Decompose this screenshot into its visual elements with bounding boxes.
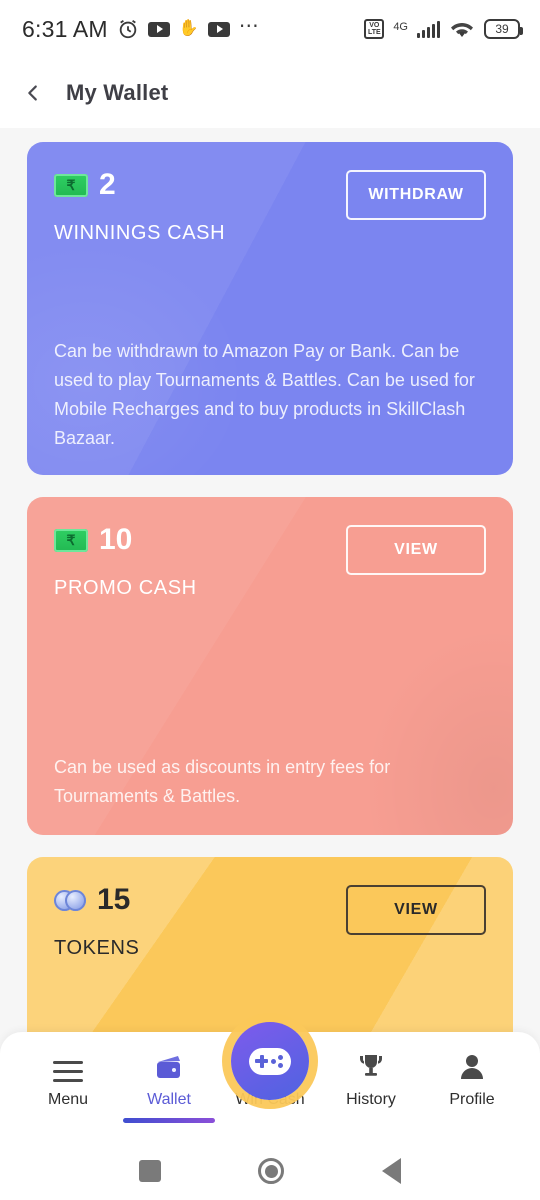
amount-row: ₹ 10 xyxy=(54,525,197,555)
withdraw-button[interactable]: WITHDRAW xyxy=(346,170,486,220)
card-header-row: ₹ 10 PROMO CASH VIEW xyxy=(54,525,486,600)
volte-icon: VO LTE xyxy=(364,19,385,39)
wallet-card-list[interactable]: ₹ 2 WINNINGS CASH WITHDRAW Can be withdr… xyxy=(0,128,540,1082)
recents-button-icon[interactable] xyxy=(138,1160,161,1182)
network-type-label: 4G xyxy=(393,21,408,33)
win-cash-fab[interactable] xyxy=(231,1022,309,1100)
nav-item-profile[interactable]: Profile xyxy=(422,1050,522,1109)
gamepad-icon xyxy=(249,1047,291,1075)
android-navigation-bar[interactable] xyxy=(0,1142,540,1200)
view-promo-button[interactable]: VIEW xyxy=(346,525,486,575)
card-description: Can be used as discounts in entry fees f… xyxy=(54,757,391,806)
wallet-card-promo-cash[interactable]: ₹ 10 PROMO CASH VIEW Can be used as disc… xyxy=(27,497,513,835)
rupee-symbol: ₹ xyxy=(66,532,76,548)
alarm-clock-icon xyxy=(117,18,139,40)
back-button-icon[interactable] xyxy=(382,1158,402,1184)
amount-row: 15 xyxy=(54,885,139,915)
active-tab-indicator xyxy=(123,1118,215,1123)
wallet-card-winnings-cash[interactable]: ₹ 2 WINNINGS CASH WITHDRAW Can be withdr… xyxy=(27,142,513,475)
status-bar-time: 6:31 AM xyxy=(22,15,108,42)
trophy-icon xyxy=(356,1050,386,1082)
card-label: PROMO CASH xyxy=(54,577,197,599)
nav-item-menu[interactable]: Menu xyxy=(18,1050,118,1109)
card-description: Can be withdrawn to Amazon Pay or Bank. … xyxy=(54,341,475,448)
signal-bars-icon xyxy=(417,20,440,38)
hamburger-menu-icon xyxy=(53,1050,83,1082)
card-amount: 10 xyxy=(99,523,133,556)
battery-icon: 39 xyxy=(484,19,523,39)
home-button-icon[interactable] xyxy=(258,1158,285,1184)
rupee-banknote-icon: ₹ xyxy=(54,173,88,197)
battery-percent-label: 39 xyxy=(495,22,509,36)
status-bar: 6:31 AM ✋ ⋯ VO LTE 4G 39 xyxy=(0,0,540,58)
youtube-icon xyxy=(207,21,230,37)
nav-label-profile: Profile xyxy=(449,1091,495,1108)
card-amount-block: 15 TOKENS xyxy=(54,885,139,960)
nav-item-history[interactable]: History xyxy=(321,1050,421,1109)
app-bar: My Wallet xyxy=(0,58,540,128)
more-dots-icon: ⋯ xyxy=(238,15,260,37)
status-bar-right: VO LTE 4G 39 xyxy=(364,19,523,39)
card-description-wrap: Can be withdrawn to Amazon Pay or Bank. … xyxy=(54,337,486,453)
nav-label-menu: Menu xyxy=(47,1091,89,1108)
wallet-icon xyxy=(153,1050,185,1082)
hand-icon: ✋ xyxy=(178,20,199,37)
nav-item-wallet[interactable]: Wallet xyxy=(119,1050,219,1123)
tokens-coins-icon xyxy=(54,889,86,912)
rupee-symbol: ₹ xyxy=(66,177,76,193)
page-title: My Wallet xyxy=(66,80,169,105)
person-icon xyxy=(457,1050,487,1082)
nav-label-history: History xyxy=(346,1091,396,1108)
card-amount: 15 xyxy=(97,883,131,916)
status-bar-left: 6:31 AM ✋ ⋯ xyxy=(22,16,260,43)
view-tokens-button[interactable]: VIEW xyxy=(346,885,486,935)
card-label: TOKENS xyxy=(54,937,140,959)
card-amount-block: ₹ 10 PROMO CASH xyxy=(54,525,197,600)
card-header-row: ₹ 2 WINNINGS CASH WITHDRAW xyxy=(54,170,486,245)
nav-label-wallet: Wallet xyxy=(147,1091,191,1108)
youtube-icon xyxy=(147,21,170,37)
amount-row: ₹ 2 xyxy=(54,170,225,200)
back-chevron-icon[interactable] xyxy=(22,82,44,104)
card-description-wrap: Can be used as discounts in entry fees f… xyxy=(54,753,486,811)
card-amount-block: ₹ 2 WINNINGS CASH xyxy=(54,170,225,245)
card-amount: 2 xyxy=(99,168,116,201)
rupee-banknote-icon: ₹ xyxy=(54,528,88,552)
card-header-row: 15 TOKENS VIEW xyxy=(54,885,486,960)
wifi-icon xyxy=(449,19,475,39)
card-label: WINNINGS CASH xyxy=(54,222,226,244)
